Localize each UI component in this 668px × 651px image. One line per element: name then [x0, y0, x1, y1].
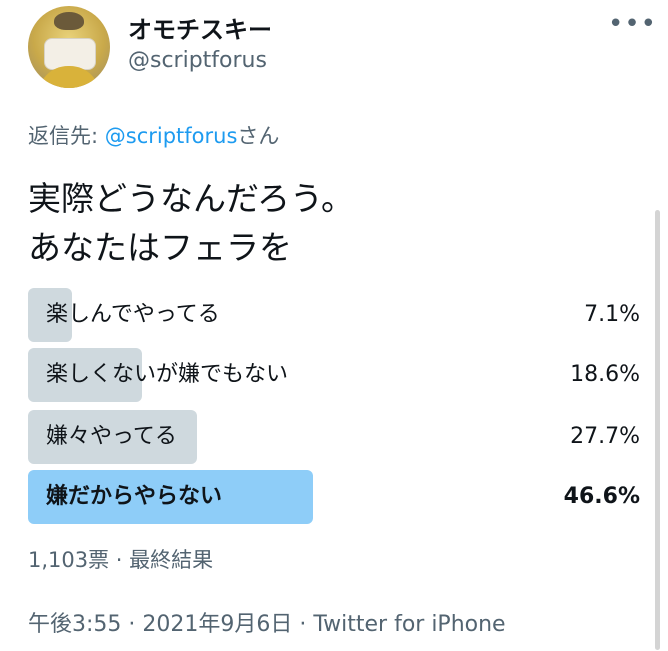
poll-option-3: 嫌々やってる 27.7%	[28, 410, 640, 464]
reply-suffix: さん	[237, 124, 280, 148]
poll-option-label: 嫌だからやらない	[46, 484, 223, 509]
poll-option-percent: 18.6%	[570, 362, 640, 387]
reply-prefix: 返信先:	[28, 124, 105, 148]
avatar[interactable]	[28, 6, 110, 88]
user-handle[interactable]: @scriptforus	[128, 48, 267, 73]
avatar-hat	[54, 12, 84, 30]
poll-meta: 1,103票 · 最終結果	[28, 548, 214, 572]
poll-option-2: 楽しくないが嫌でもない 18.6%	[28, 348, 640, 402]
poll-option-label: 楽しんでやってる	[46, 302, 220, 327]
reply-to-line: 返信先: @scriptforusさん	[28, 120, 279, 150]
poll-option-label: 嫌々やってる	[46, 424, 177, 449]
more-horizontal-icon[interactable]: •••	[608, 11, 656, 38]
poll-option-4-winner: 嫌だからやらない 46.6%	[28, 470, 640, 524]
poll-option-1: 楽しんでやってる 7.1%	[28, 288, 640, 342]
scrollbar[interactable]	[655, 210, 660, 650]
poll-option-percent: 27.7%	[570, 424, 640, 449]
tweet-text-line-1: 実際どうなんだろう。	[28, 179, 355, 218]
tweet-timestamp[interactable]: 午後3:55 · 2021年9月6日 · Twitter for iPhone	[28, 606, 506, 638]
poll-option-percent: 7.1%	[584, 302, 640, 327]
tweet-text-line-2: あなたはフェラを	[28, 228, 292, 267]
poll-option-label: 楽しくないが嫌でもない	[46, 362, 289, 387]
reply-handle-link[interactable]: @scriptforus	[105, 124, 238, 148]
tweet-text: 実際どうなんだろう。 あなたはフェラを	[28, 174, 354, 272]
poll-option-percent: 46.6%	[563, 484, 640, 509]
display-name[interactable]: オモチスキー	[128, 10, 272, 45]
